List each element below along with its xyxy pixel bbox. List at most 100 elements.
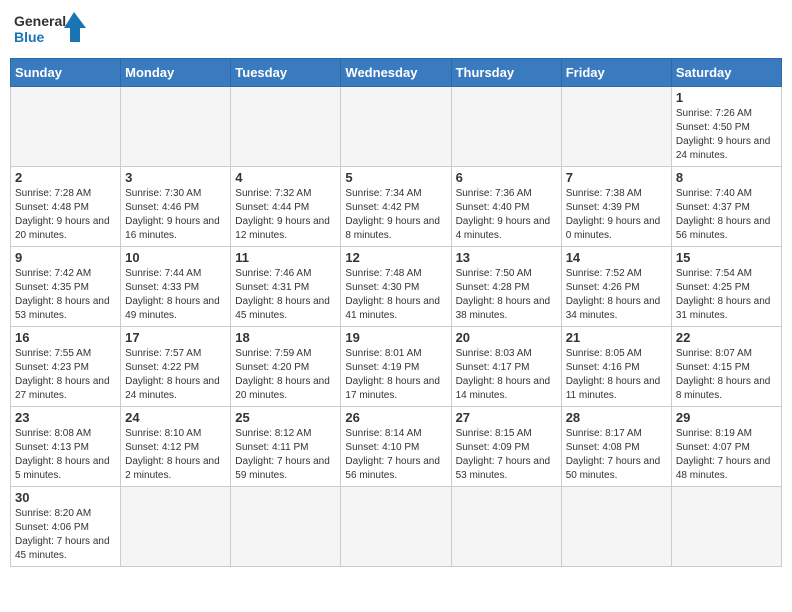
calendar-cell: 13Sunrise: 7:50 AM Sunset: 4:28 PM Dayli… — [451, 247, 561, 327]
calendar-cell: 26 Sunrise: 8:14 AM Sunset: 4:10 PM Dayli… — [341, 407, 451, 487]
calendar-cell — [341, 487, 451, 567]
day-number: 22 — [676, 330, 777, 345]
calendar-cell — [231, 87, 341, 167]
calendar-cell: 1 Sunrise: 7:26 AM Sunset: 4:50 PM Daylig… — [671, 87, 781, 167]
calendar-cell: 15Sunrise: 7:54 AM Sunset: 4:25 PM Dayli… — [671, 247, 781, 327]
calendar-cell: 4Sunrise: 7:32 AM Sunset: 4:44 PM Daylig… — [231, 167, 341, 247]
svg-text:General: General — [14, 13, 66, 29]
day-number: 28 — [566, 410, 667, 425]
day-info: Sunrise: 7:28 AM Sunset: 4:48 PM Dayligh… — [15, 187, 116, 243]
calendar-cell: 7Sunrise: 7:38 AM Sunset: 4:39 PM Daylig… — [561, 167, 671, 247]
calendar-cell: 20 Sunrise: 8:03 AM Sunset: 4:17 PM Dayli… — [451, 327, 561, 407]
day-number: 27 — [456, 410, 557, 425]
calendar-cell — [121, 487, 231, 567]
calendar-cell — [231, 487, 341, 567]
header-day: Sunday — [11, 59, 121, 87]
day-number: 23 — [15, 410, 116, 425]
logo: GeneralBlue — [14, 10, 94, 50]
day-info: Sunrise: 8:07 AM Sunset: 4:15 PM Dayligh… — [676, 347, 777, 403]
calendar-cell: 5Sunrise: 7:34 AM Sunset: 4:42 PM Daylig… — [341, 167, 451, 247]
day-info: Sunrise: 7:30 AM Sunset: 4:46 PM Dayligh… — [125, 187, 226, 243]
day-info: Sunrise: 7:48 AM Sunset: 4:30 PM Dayligh… — [345, 267, 446, 323]
day-info: Sunrise: 8:10 AM Sunset: 4:12 PM Dayligh… — [125, 427, 226, 483]
calendar-week: 9Sunrise: 7:42 AM Sunset: 4:35 PM Daylig… — [11, 247, 782, 327]
day-info: Sunrise: 7:36 AM Sunset: 4:40 PM Dayligh… — [456, 187, 557, 243]
calendar-cell — [451, 87, 561, 167]
day-number: 21 — [566, 330, 667, 345]
day-info: Sunrise: 7:50 AM Sunset: 4:28 PM Dayligh… — [456, 267, 557, 323]
header-day: Tuesday — [231, 59, 341, 87]
calendar-cell: 2 Sunrise: 7:28 AM Sunset: 4:48 PM Daylig… — [11, 167, 121, 247]
calendar-cell: 21 Sunrise: 8:05 AM Sunset: 4:16 PM Dayli… — [561, 327, 671, 407]
calendar-cell — [561, 487, 671, 567]
calendar-cell: 9Sunrise: 7:42 AM Sunset: 4:35 PM Daylig… — [11, 247, 121, 327]
calendar-cell: 18 Sunrise: 7:59 AM Sunset: 4:20 PM Dayli… — [231, 327, 341, 407]
calendar-cell: 28 Sunrise: 8:17 AM Sunset: 4:08 PM Dayli… — [561, 407, 671, 487]
day-info: Sunrise: 8:08 AM Sunset: 4:13 PM Dayligh… — [15, 427, 116, 483]
calendar-cell: 6 Sunrise: 7:36 AM Sunset: 4:40 PM Daylig… — [451, 167, 561, 247]
calendar-cell: 3 Sunrise: 7:30 AM Sunset: 4:46 PM Daylig… — [121, 167, 231, 247]
day-number: 12 — [345, 250, 446, 265]
calendar-cell: 30 Sunrise: 8:20 AM Sunset: 4:06 PM Dayli… — [11, 487, 121, 567]
day-info: Sunrise: 7:55 AM Sunset: 4:23 PM Dayligh… — [15, 347, 116, 403]
header-day: Thursday — [451, 59, 561, 87]
day-info: Sunrise: 7:44 AM Sunset: 4:33 PM Dayligh… — [125, 267, 226, 323]
calendar-cell — [341, 87, 451, 167]
day-info: Sunrise: 7:26 AM Sunset: 4:50 PM Dayligh… — [676, 107, 777, 163]
calendar-cell: 22 Sunrise: 8:07 AM Sunset: 4:15 PM Dayli… — [671, 327, 781, 407]
day-info: Sunrise: 7:52 AM Sunset: 4:26 PM Dayligh… — [566, 267, 667, 323]
calendar-week: 2 Sunrise: 7:28 AM Sunset: 4:48 PM Daylig… — [11, 167, 782, 247]
calendar-header: SundayMondayTuesdayWednesdayThursdayFrid… — [11, 59, 782, 87]
day-number: 30 — [15, 490, 116, 505]
svg-text:Blue: Blue — [14, 29, 45, 45]
logo-icon: GeneralBlue — [14, 10, 94, 50]
day-info: Sunrise: 7:57 AM Sunset: 4:22 PM Dayligh… — [125, 347, 226, 403]
day-number: 26 — [345, 410, 446, 425]
day-number: 7 — [566, 170, 667, 185]
calendar-cell: 24 Sunrise: 8:10 AM Sunset: 4:12 PM Dayli… — [121, 407, 231, 487]
day-info: Sunrise: 8:20 AM Sunset: 4:06 PM Dayligh… — [15, 507, 116, 563]
calendar-week: 23 Sunrise: 8:08 AM Sunset: 4:13 PM Dayli… — [11, 407, 782, 487]
calendar-cell — [671, 487, 781, 567]
calendar-cell: 11 Sunrise: 7:46 AM Sunset: 4:31 PM Dayli… — [231, 247, 341, 327]
calendar-week: 1 Sunrise: 7:26 AM Sunset: 4:50 PM Daylig… — [11, 87, 782, 167]
day-info: Sunrise: 8:14 AM Sunset: 4:10 PM Dayligh… — [345, 427, 446, 483]
header-day: Wednesday — [341, 59, 451, 87]
day-info: Sunrise: 8:12 AM Sunset: 4:11 PM Dayligh… — [235, 427, 336, 483]
day-number: 11 — [235, 250, 336, 265]
day-number: 15 — [676, 250, 777, 265]
day-number: 17 — [125, 330, 226, 345]
calendar-cell: 19Sunrise: 8:01 AM Sunset: 4:19 PM Dayli… — [341, 327, 451, 407]
calendar-cell: 8Sunrise: 7:40 AM Sunset: 4:37 PM Daylig… — [671, 167, 781, 247]
calendar-cell — [451, 487, 561, 567]
day-number: 18 — [235, 330, 336, 345]
header: GeneralBlue — [10, 10, 782, 50]
calendar-cell: 27Sunrise: 8:15 AM Sunset: 4:09 PM Dayli… — [451, 407, 561, 487]
day-number: 14 — [566, 250, 667, 265]
day-number: 1 — [676, 90, 777, 105]
day-info: Sunrise: 8:05 AM Sunset: 4:16 PM Dayligh… — [566, 347, 667, 403]
day-number: 2 — [15, 170, 116, 185]
calendar-week: 16 Sunrise: 7:55 AM Sunset: 4:23 PM Dayli… — [11, 327, 782, 407]
day-info: Sunrise: 7:59 AM Sunset: 4:20 PM Dayligh… — [235, 347, 336, 403]
day-info: Sunrise: 7:40 AM Sunset: 4:37 PM Dayligh… — [676, 187, 777, 243]
calendar-cell: 25 Sunrise: 8:12 AM Sunset: 4:11 PM Dayli… — [231, 407, 341, 487]
header-day: Saturday — [671, 59, 781, 87]
day-number: 20 — [456, 330, 557, 345]
calendar-cell: 17 Sunrise: 7:57 AM Sunset: 4:22 PM Dayli… — [121, 327, 231, 407]
calendar-cell — [11, 87, 121, 167]
day-info: Sunrise: 8:03 AM Sunset: 4:17 PM Dayligh… — [456, 347, 557, 403]
day-info: Sunrise: 8:17 AM Sunset: 4:08 PM Dayligh… — [566, 427, 667, 483]
day-number: 6 — [456, 170, 557, 185]
day-number: 5 — [345, 170, 446, 185]
day-number: 24 — [125, 410, 226, 425]
day-info: Sunrise: 7:46 AM Sunset: 4:31 PM Dayligh… — [235, 267, 336, 323]
day-number: 25 — [235, 410, 336, 425]
calendar-cell: 10Sunrise: 7:44 AM Sunset: 4:33 PM Dayli… — [121, 247, 231, 327]
day-number: 3 — [125, 170, 226, 185]
calendar: SundayMondayTuesdayWednesdayThursdayFrid… — [10, 58, 782, 567]
calendar-cell — [561, 87, 671, 167]
day-number: 19 — [345, 330, 446, 345]
calendar-cell: 23 Sunrise: 8:08 AM Sunset: 4:13 PM Dayli… — [11, 407, 121, 487]
day-number: 16 — [15, 330, 116, 345]
